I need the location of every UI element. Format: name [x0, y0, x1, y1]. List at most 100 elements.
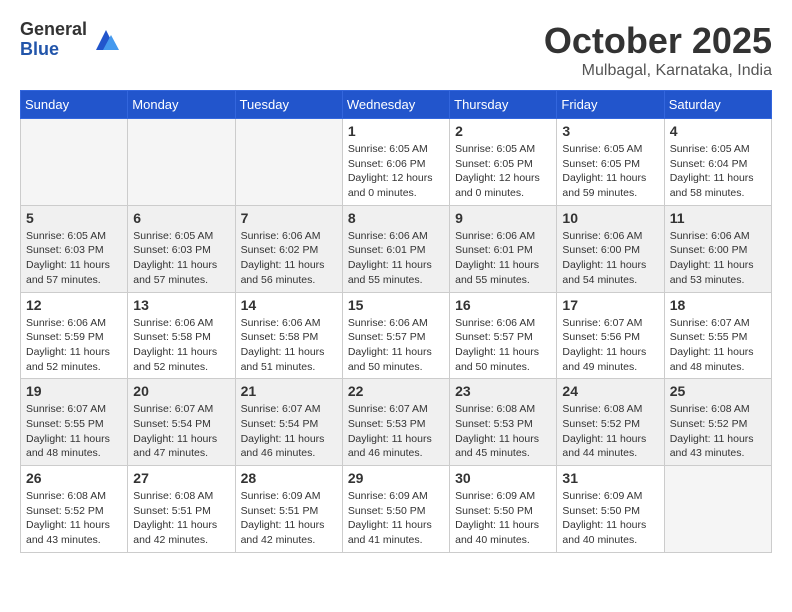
day-info: Sunrise: 6:06 AMSunset: 6:02 PMDaylight:…	[241, 229, 337, 288]
calendar-day-cell: 17Sunrise: 6:07 AMSunset: 5:56 PMDayligh…	[557, 292, 664, 379]
day-number: 12	[26, 297, 122, 313]
calendar-day-cell: 5 Sunrise: 6:05 AMSunset: 6:03 PMDaylight…	[21, 205, 128, 292]
day-number: 5	[26, 210, 122, 226]
day-number: 25	[670, 383, 766, 399]
day-info: Sunrise: 6:08 AMSunset: 5:51 PMDaylight:…	[133, 489, 229, 548]
day-info: Sunrise: 6:06 AMSunset: 5:57 PMDaylight:…	[348, 316, 444, 375]
day-info: Sunrise: 6:06 AMSunset: 5:57 PMDaylight:…	[455, 316, 551, 375]
calendar-day-cell: 23 Sunrise: 6:08 AMSunset: 5:53 PMDayligh…	[450, 379, 557, 466]
day-number: 31	[562, 470, 658, 486]
location-title: Mulbagal, Karnataka, India	[544, 62, 772, 80]
calendar-day-cell	[235, 119, 342, 206]
weekday-header-row: SundayMondayTuesdayWednesdayThursdayFrid…	[21, 91, 772, 119]
weekday-header-cell: Saturday	[664, 91, 771, 119]
calendar-day-cell: 27Sunrise: 6:08 AMSunset: 5:51 PMDayligh…	[128, 466, 235, 553]
calendar-week-row: 26Sunrise: 6:08 AMSunset: 5:52 PMDayligh…	[21, 466, 772, 553]
title-block: October 2025 Mulbagal, Karnataka, India	[544, 20, 772, 80]
day-number: 16	[455, 297, 551, 313]
day-info: Sunrise: 6:07 AMSunset: 5:56 PMDaylight:…	[562, 316, 658, 375]
weekday-header-cell: Monday	[128, 91, 235, 119]
calendar-day-cell: 25 Sunrise: 6:08 AMSunset: 5:52 PMDayligh…	[664, 379, 771, 466]
day-number: 10	[562, 210, 658, 226]
calendar-day-cell: 15 Sunrise: 6:06 AMSunset: 5:57 PMDayligh…	[342, 292, 449, 379]
calendar-week-row: 5 Sunrise: 6:05 AMSunset: 6:03 PMDaylight…	[21, 205, 772, 292]
logo-blue: Blue	[20, 40, 87, 60]
day-info: Sunrise: 6:09 AMSunset: 5:50 PMDaylight:…	[562, 489, 658, 548]
logo-general: General	[20, 20, 87, 40]
calendar-day-cell: 1Sunrise: 6:05 AMSunset: 6:06 PMDaylight…	[342, 119, 449, 206]
day-number: 4	[670, 123, 766, 139]
day-info: Sunrise: 6:06 AMSunset: 5:58 PMDaylight:…	[133, 316, 229, 375]
day-number: 13	[133, 297, 229, 313]
calendar-day-cell: 14 Sunrise: 6:06 AMSunset: 5:58 PMDayligh…	[235, 292, 342, 379]
day-info: Sunrise: 6:06 AMSunset: 5:59 PMDaylight:…	[26, 316, 122, 375]
day-number: 20	[133, 383, 229, 399]
calendar-day-cell: 22Sunrise: 6:07 AMSunset: 5:53 PMDayligh…	[342, 379, 449, 466]
calendar-week-row: 12 Sunrise: 6:06 AMSunset: 5:59 PMDayligh…	[21, 292, 772, 379]
calendar-day-cell: 28 Sunrise: 6:09 AMSunset: 5:51 PMDayligh…	[235, 466, 342, 553]
day-info: Sunrise: 6:09 AMSunset: 5:50 PMDaylight:…	[348, 489, 444, 548]
day-info: Sunrise: 6:08 AMSunset: 5:53 PMDaylight:…	[455, 402, 551, 461]
day-info: Sunrise: 6:09 AMSunset: 5:51 PMDaylight:…	[241, 489, 337, 548]
calendar-day-cell	[21, 119, 128, 206]
day-info: Sunrise: 6:06 AMSunset: 6:01 PMDaylight:…	[348, 229, 444, 288]
page-header: General Blue October 2025 Mulbagal, Karn…	[20, 20, 772, 80]
calendar-day-cell: 13 Sunrise: 6:06 AMSunset: 5:58 PMDayligh…	[128, 292, 235, 379]
day-info: Sunrise: 6:08 AMSunset: 5:52 PMDaylight:…	[670, 402, 766, 461]
calendar-day-cell: 4 Sunrise: 6:05 AMSunset: 6:04 PMDaylight…	[664, 119, 771, 206]
calendar-day-cell: 18 Sunrise: 6:07 AMSunset: 5:55 PMDayligh…	[664, 292, 771, 379]
calendar-day-cell: 24Sunrise: 6:08 AMSunset: 5:52 PMDayligh…	[557, 379, 664, 466]
day-info: Sunrise: 6:06 AMSunset: 6:00 PMDaylight:…	[670, 229, 766, 288]
day-number: 15	[348, 297, 444, 313]
weekday-header-cell: Tuesday	[235, 91, 342, 119]
logo: General Blue	[20, 20, 121, 60]
calendar-day-cell: 9 Sunrise: 6:06 AMSunset: 6:01 PMDaylight…	[450, 205, 557, 292]
day-number: 19	[26, 383, 122, 399]
day-info: Sunrise: 6:09 AMSunset: 5:50 PMDaylight:…	[455, 489, 551, 548]
day-info: Sunrise: 6:05 AMSunset: 6:03 PMDaylight:…	[26, 229, 122, 288]
calendar-week-row: 1Sunrise: 6:05 AMSunset: 6:06 PMDaylight…	[21, 119, 772, 206]
day-info: Sunrise: 6:06 AMSunset: 6:00 PMDaylight:…	[562, 229, 658, 288]
calendar-day-cell	[664, 466, 771, 553]
day-number: 7	[241, 210, 337, 226]
day-number: 2	[455, 123, 551, 139]
day-number: 24	[562, 383, 658, 399]
day-number: 18	[670, 297, 766, 313]
day-number: 21	[241, 383, 337, 399]
calendar-day-cell	[128, 119, 235, 206]
day-number: 23	[455, 383, 551, 399]
day-number: 9	[455, 210, 551, 226]
calendar-day-cell: 26Sunrise: 6:08 AMSunset: 5:52 PMDayligh…	[21, 466, 128, 553]
calendar-day-cell: 19 Sunrise: 6:07 AMSunset: 5:55 PMDayligh…	[21, 379, 128, 466]
calendar-day-cell: 6 Sunrise: 6:05 AMSunset: 6:03 PMDaylight…	[128, 205, 235, 292]
weekday-header-cell: Sunday	[21, 91, 128, 119]
calendar-table: SundayMondayTuesdayWednesdayThursdayFrid…	[20, 90, 772, 553]
day-number: 14	[241, 297, 337, 313]
calendar-day-cell: 2Sunrise: 6:05 AMSunset: 6:05 PMDaylight…	[450, 119, 557, 206]
month-title: October 2025	[544, 20, 772, 62]
day-info: Sunrise: 6:07 AMSunset: 5:54 PMDaylight:…	[241, 402, 337, 461]
calendar-day-cell: 16 Sunrise: 6:06 AMSunset: 5:57 PMDayligh…	[450, 292, 557, 379]
day-info: Sunrise: 6:05 AMSunset: 6:03 PMDaylight:…	[133, 229, 229, 288]
day-info: Sunrise: 6:05 AMSunset: 6:04 PMDaylight:…	[670, 142, 766, 201]
day-number: 6	[133, 210, 229, 226]
day-info: Sunrise: 6:06 AMSunset: 5:58 PMDaylight:…	[241, 316, 337, 375]
day-info: Sunrise: 6:07 AMSunset: 5:55 PMDaylight:…	[26, 402, 122, 461]
day-info: Sunrise: 6:07 AMSunset: 5:55 PMDaylight:…	[670, 316, 766, 375]
day-number: 26	[26, 470, 122, 486]
calendar-body: 1Sunrise: 6:05 AMSunset: 6:06 PMDaylight…	[21, 119, 772, 553]
calendar-day-cell: 11Sunrise: 6:06 AMSunset: 6:00 PMDayligh…	[664, 205, 771, 292]
calendar-day-cell: 10 Sunrise: 6:06 AMSunset: 6:00 PMDayligh…	[557, 205, 664, 292]
calendar-day-cell: 7 Sunrise: 6:06 AMSunset: 6:02 PMDaylight…	[235, 205, 342, 292]
day-number: 29	[348, 470, 444, 486]
calendar-day-cell: 29 Sunrise: 6:09 AMSunset: 5:50 PMDayligh…	[342, 466, 449, 553]
day-info: Sunrise: 6:06 AMSunset: 6:01 PMDaylight:…	[455, 229, 551, 288]
day-number: 28	[241, 470, 337, 486]
logo-icon	[91, 25, 121, 55]
day-info: Sunrise: 6:07 AMSunset: 5:54 PMDaylight:…	[133, 402, 229, 461]
calendar-day-cell: 31 Sunrise: 6:09 AMSunset: 5:50 PMDayligh…	[557, 466, 664, 553]
day-info: Sunrise: 6:05 AMSunset: 6:06 PMDaylight:…	[348, 142, 444, 201]
day-number: 30	[455, 470, 551, 486]
calendar-day-cell: 21 Sunrise: 6:07 AMSunset: 5:54 PMDayligh…	[235, 379, 342, 466]
calendar-day-cell: 8Sunrise: 6:06 AMSunset: 6:01 PMDaylight…	[342, 205, 449, 292]
